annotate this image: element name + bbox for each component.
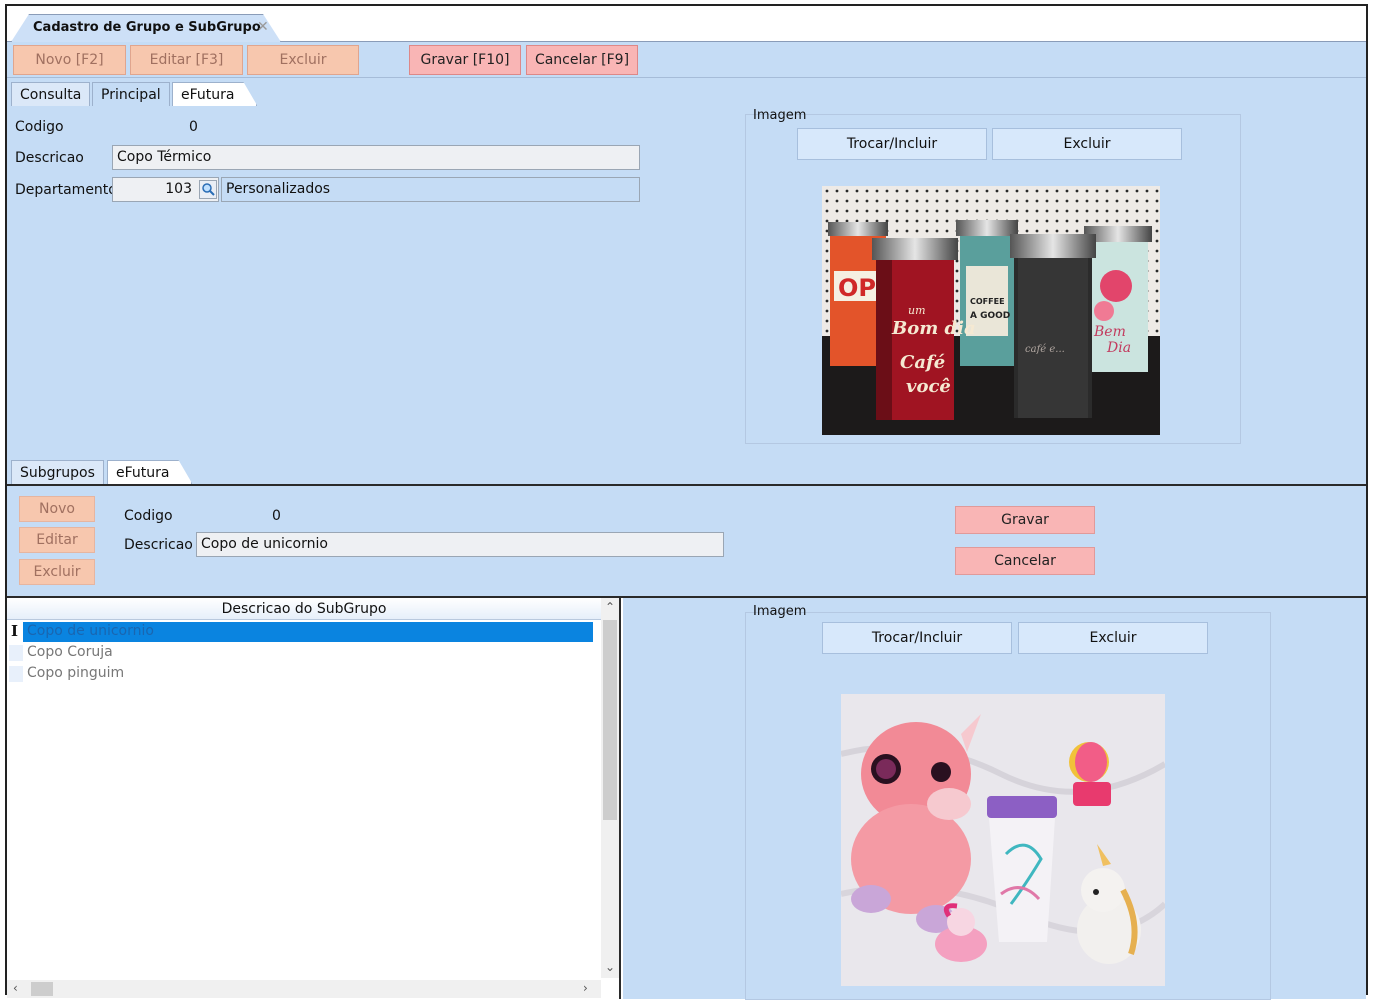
photo-text-cafe-cup: Café	[900, 352, 945, 373]
chevron-up-icon[interactable]: ⌃	[605, 600, 615, 614]
group-panel: Novo [F2] Editar [F3] Excluir Gravar [F1…	[7, 42, 1366, 483]
table-row[interactable]: I Copo de unicornio	[7, 622, 593, 642]
photo-text-good: A GOOD	[970, 311, 1010, 321]
subgroup-image-pane: Imagem Trocar/Incluir Excluir	[623, 598, 1366, 1000]
tab-subgroup-efutura[interactable]: eFutura	[107, 460, 192, 484]
tab-efutura[interactable]: eFutura	[172, 82, 257, 106]
grid-cell: Copo pinguim	[27, 665, 125, 681]
text-cursor-icon: I	[11, 622, 19, 640]
group-image-title: Imagem	[753, 108, 807, 123]
scroll-thumb[interactable]	[603, 620, 617, 820]
toolbar: Novo [F2] Editar [F3] Excluir Gravar [F1…	[7, 42, 1366, 78]
subgroup-list-area: Descricao do SubGrupo I Copo de unicorni…	[7, 596, 1366, 1000]
subgroup-tabs: Subgrupos eFutura	[11, 460, 211, 484]
delete-button[interactable]: Excluir	[247, 45, 359, 75]
subgroup-image-delete-button[interactable]: Excluir	[1018, 622, 1208, 654]
codigo-label: Codigo	[15, 119, 64, 135]
subgroup-save-button[interactable]: Gravar	[955, 506, 1095, 534]
chevron-down-icon[interactable]: ⌄	[605, 960, 615, 974]
subgroup-cancel-button[interactable]: Cancelar	[955, 547, 1095, 575]
subgroup-image-title: Imagem	[753, 604, 807, 619]
subgroup-descricao-label: Descricao	[124, 537, 193, 553]
table-row[interactable]: Copo Coruja	[7, 643, 593, 663]
tab-consulta[interactable]: Consulta	[11, 82, 91, 106]
photo-text-cafe: café e...	[1025, 344, 1065, 355]
tab-subgrupos[interactable]: Subgrupos	[11, 460, 104, 484]
svg-text:OP: OP	[838, 274, 876, 302]
tab-principal[interactable]: Principal	[92, 82, 170, 106]
search-icon[interactable]	[199, 180, 217, 199]
grid-cell: Copo de unicornio	[27, 623, 154, 639]
descricao-label: Descricao	[15, 150, 84, 166]
grid-cell: Copo Coruja	[27, 644, 113, 660]
table-row[interactable]: Copo pinguim	[7, 664, 593, 684]
document-tab-title: Cadastro de Grupo e SubGrupo	[33, 20, 261, 35]
grid-header[interactable]: Descricao do SubGrupo	[7, 598, 601, 620]
subgroup-image-photo	[841, 694, 1165, 986]
codigo-value: 0	[189, 119, 198, 135]
descricao-field[interactable]: Copo Térmico	[112, 145, 640, 170]
chevron-left-icon[interactable]: ‹	[13, 981, 18, 995]
photo-text-coffee: COFFEE	[970, 297, 1005, 306]
main-window: Cadastro de Grupo e SubGrupo ✕ Novo [F2]…	[5, 4, 1368, 1000]
document-tabstrip: Cadastro de Grupo e SubGrupo ✕	[7, 6, 1366, 42]
subgroup-codigo-value: 0	[272, 508, 281, 524]
close-icon[interactable]: ✕	[257, 19, 269, 35]
photo-text-um: um	[908, 304, 926, 317]
subgroup-edit-panel: Novo Editar Excluir Codigo 0 Descricao C…	[7, 484, 1366, 596]
photo-text-voce: você	[906, 376, 951, 397]
main-tabs: Consulta Principal eFutura	[11, 82, 271, 106]
subgroup-tabbar: Subgrupos eFutura	[7, 458, 1366, 484]
group-image-delete-button[interactable]: Excluir	[992, 128, 1182, 160]
new-button[interactable]: Novo [F2]	[13, 45, 126, 75]
subgroup-image-replace-button[interactable]: Trocar/Incluir	[822, 622, 1012, 654]
cancel-button[interactable]: Cancelar [F9]	[526, 45, 638, 75]
photo-text-bem: Bem	[1093, 324, 1126, 340]
save-button[interactable]: Gravar [F10]	[409, 45, 521, 75]
edit-button[interactable]: Editar [F3]	[130, 45, 243, 75]
subgroup-grid: Descricao do SubGrupo I Copo de unicorni…	[7, 598, 621, 999]
horizontal-scrollbar[interactable]: ‹ ›	[7, 980, 601, 998]
chevron-right-icon[interactable]: ›	[583, 981, 588, 995]
subgroup-delete-button[interactable]: Excluir	[19, 559, 95, 585]
departamento-label: Departamento	[15, 182, 117, 198]
photo-text-bomdia: Bom dia	[891, 318, 976, 339]
scroll-thumb-horizontal[interactable]	[31, 982, 53, 996]
group-image-photo: OP Bem Dia COFFEE A GOOD café e... um Bo…	[822, 186, 1160, 435]
group-image-replace-button[interactable]: Trocar/Incluir	[797, 128, 987, 160]
photo-text-dia: Dia	[1106, 340, 1131, 356]
departamento-name-field: Personalizados	[221, 177, 640, 202]
subgroup-descricao-field[interactable]: Copo de unicornio	[196, 532, 724, 557]
vertical-scrollbar[interactable]: ⌃ ⌄	[601, 598, 619, 978]
subgroup-new-button[interactable]: Novo	[19, 496, 95, 522]
subgroup-edit-button[interactable]: Editar	[19, 527, 95, 553]
subgroup-codigo-label: Codigo	[124, 508, 173, 524]
